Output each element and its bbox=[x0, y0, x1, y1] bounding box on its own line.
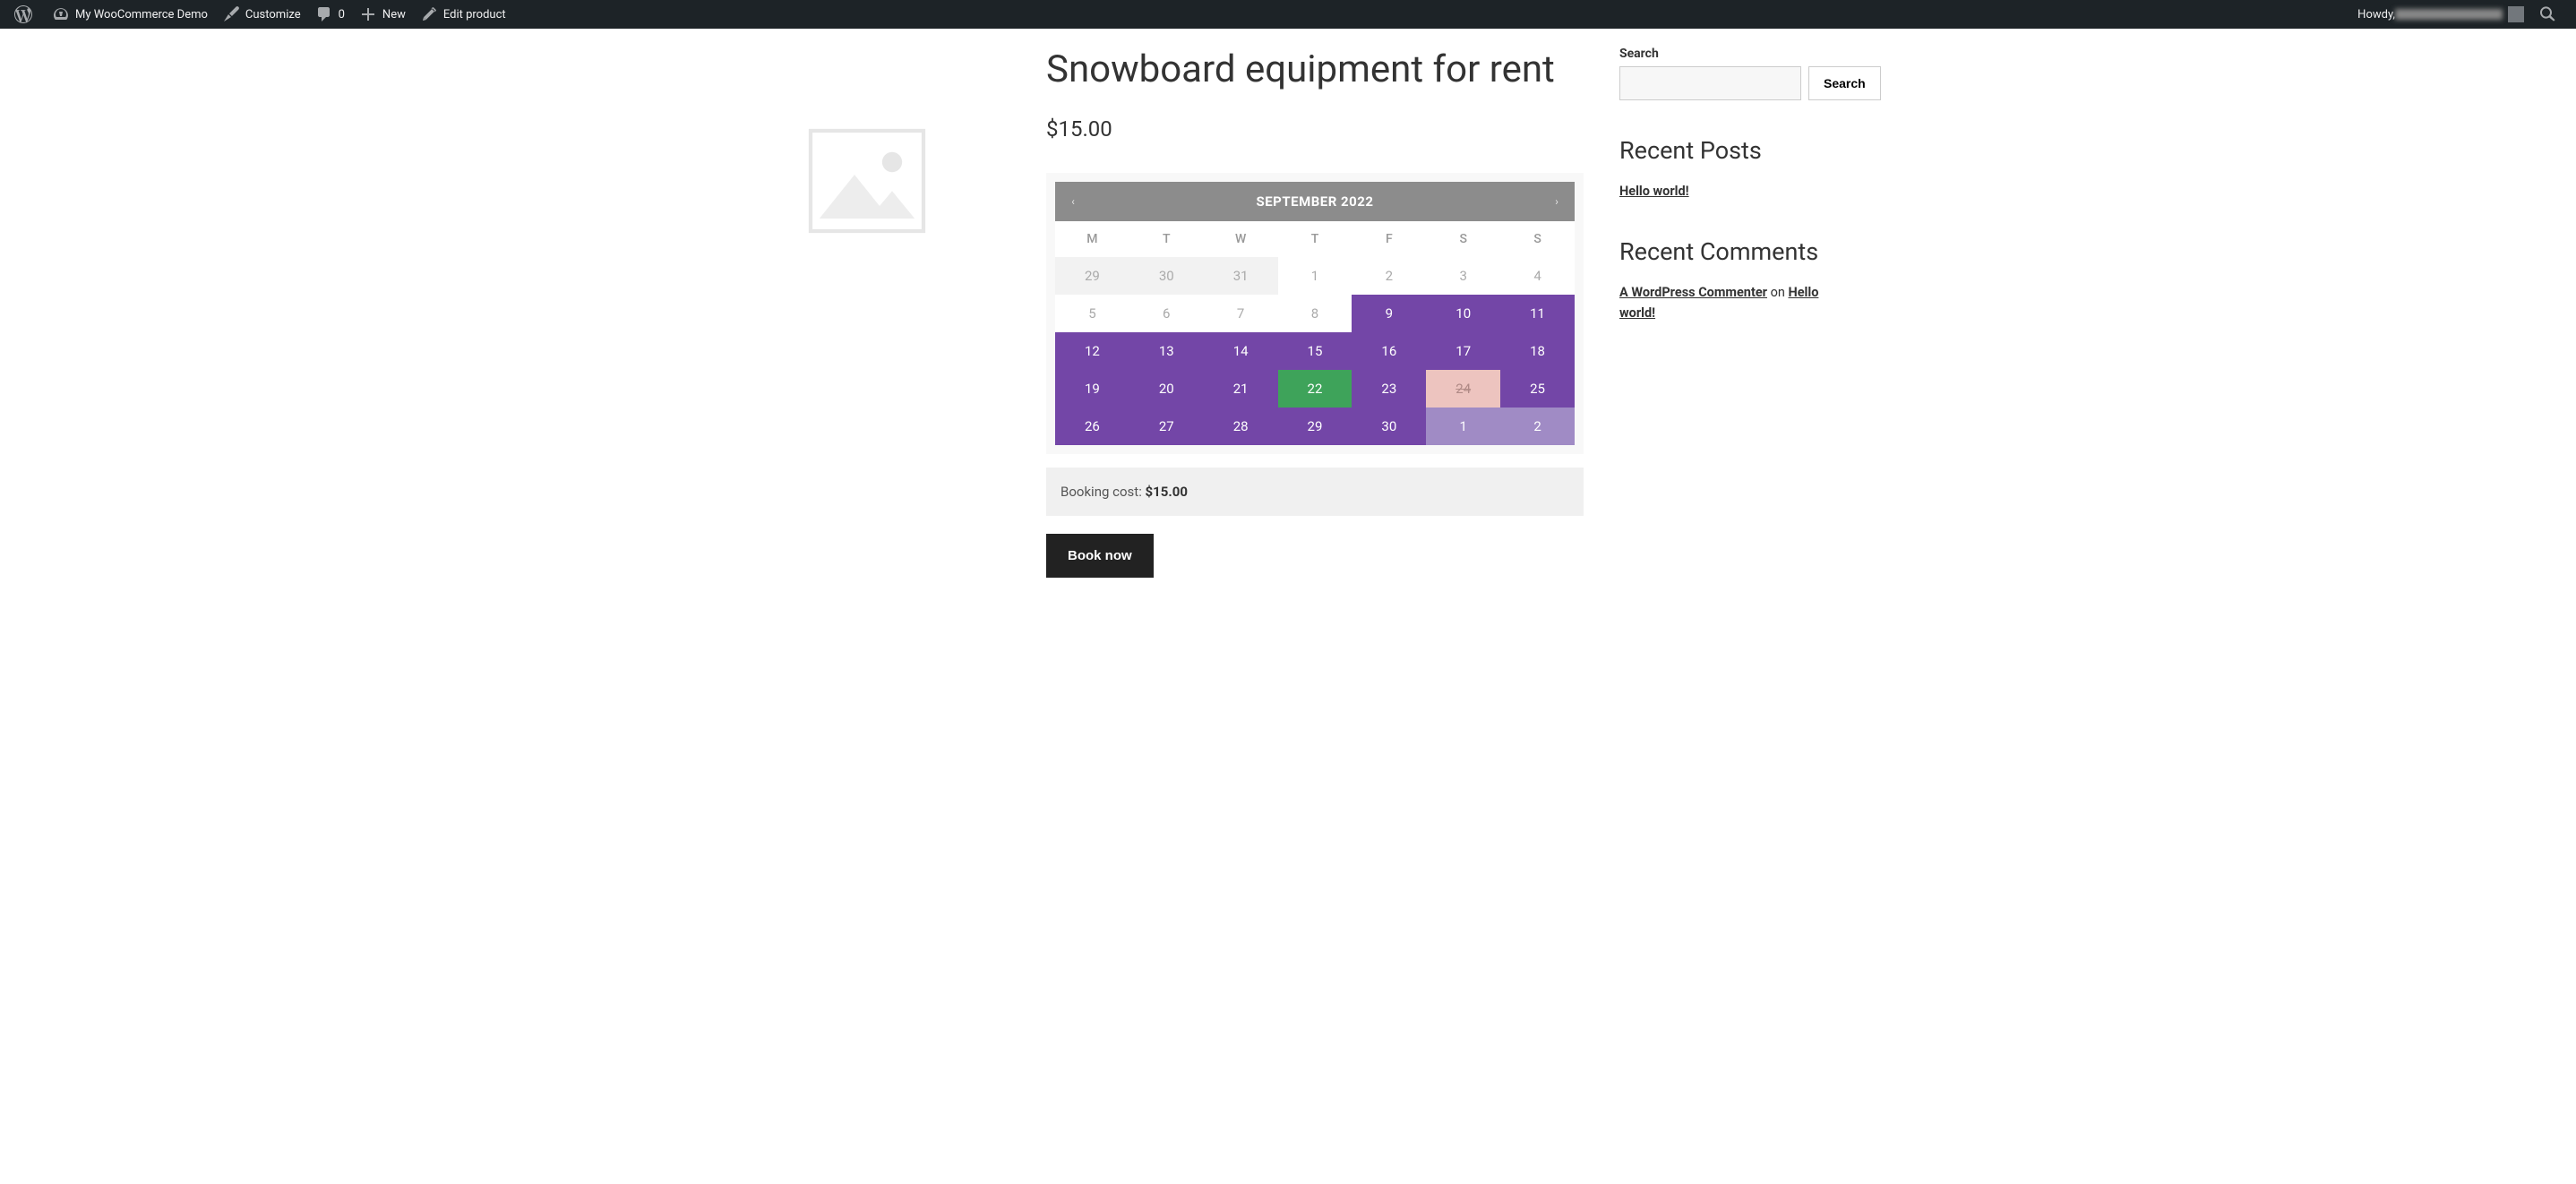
booking-cost: Booking cost: $15.00 bbox=[1046, 468, 1584, 516]
new-label: New bbox=[382, 8, 406, 21]
search-widget: Search Search bbox=[1619, 47, 1852, 100]
calendar-prev[interactable]: ‹ bbox=[1055, 195, 1091, 208]
search-input[interactable] bbox=[1619, 66, 1801, 100]
calendar-cell[interactable]: 28 bbox=[1204, 408, 1278, 445]
customize-label: Customize bbox=[245, 8, 301, 21]
calendar-cell[interactable]: 22 bbox=[1278, 370, 1352, 408]
username-blurred bbox=[2395, 9, 2503, 20]
comment-author-link[interactable]: A WordPress Commenter bbox=[1619, 285, 1767, 300]
wp-logo[interactable] bbox=[7, 0, 45, 29]
calendar-cell[interactable]: 25 bbox=[1500, 370, 1575, 408]
calendar-day-headers: MTWTFSS bbox=[1055, 221, 1575, 257]
recent-comments-widget: Recent Comments A WordPress Commenter on… bbox=[1619, 237, 1852, 323]
recent-post-link[interactable]: Hello world! bbox=[1619, 184, 1689, 199]
search-title: Search bbox=[1619, 47, 1852, 61]
calendar-cell[interactable]: 18 bbox=[1500, 332, 1575, 370]
calendar-cell[interactable]: 21 bbox=[1204, 370, 1278, 408]
admin-bar-right: Howdy, bbox=[2350, 0, 2569, 29]
calendar-header: ‹ SEPTEMBER 2022 › bbox=[1055, 182, 1575, 221]
edit-product-menu[interactable]: Edit product bbox=[413, 0, 513, 29]
calendar-cell: 8 bbox=[1278, 295, 1352, 332]
comment-icon bbox=[315, 5, 333, 23]
main-container: Snowboard equipment for rent $15.00 ‹ SE… bbox=[706, 29, 1870, 578]
search-button[interactable]: Search bbox=[1808, 66, 1881, 100]
calendar-day-header: M bbox=[1055, 221, 1129, 257]
calendar-cell[interactable]: 12 bbox=[1055, 332, 1129, 370]
calendar-cell[interactable]: 23 bbox=[1352, 370, 1426, 408]
recent-posts-widget: Recent Posts Hello world! bbox=[1619, 136, 1852, 202]
recent-posts-title: Recent Posts bbox=[1619, 136, 1852, 165]
calendar-cell: 29 bbox=[1055, 257, 1129, 295]
calendar-cell: 6 bbox=[1129, 295, 1204, 332]
calendar-day-header: W bbox=[1204, 221, 1278, 257]
calendar-cell: 7 bbox=[1204, 295, 1278, 332]
calendar-cell: 5 bbox=[1055, 295, 1129, 332]
calendar-cells: 2930311234567891011121314151617181920212… bbox=[1055, 257, 1575, 445]
recent-comments-title: Recent Comments bbox=[1619, 237, 1852, 266]
admin-bar-left: My WooCommerce Demo Customize 0 New Edit… bbox=[7, 0, 513, 29]
calendar-cell[interactable]: 20 bbox=[1129, 370, 1204, 408]
customize-menu[interactable]: Customize bbox=[215, 0, 308, 29]
calendar-cell: 1 bbox=[1278, 257, 1352, 295]
calendar-cell: 2 bbox=[1352, 257, 1426, 295]
product-price: $15.00 bbox=[1046, 116, 1584, 142]
calendar-cell[interactable]: 10 bbox=[1426, 295, 1500, 332]
avatar bbox=[2508, 6, 2524, 22]
pencil-icon bbox=[420, 5, 438, 23]
edit-label: Edit product bbox=[443, 8, 506, 21]
calendar-day-header: F bbox=[1352, 221, 1426, 257]
calendar-day-header: T bbox=[1278, 221, 1352, 257]
calendar-cell[interactable]: 16 bbox=[1352, 332, 1426, 370]
calendar-cell[interactable]: 11 bbox=[1500, 295, 1575, 332]
calendar-cell[interactable]: 30 bbox=[1352, 408, 1426, 445]
calendar-day-header: S bbox=[1426, 221, 1500, 257]
calendar-cell[interactable]: 19 bbox=[1055, 370, 1129, 408]
calendar-cell[interactable]: 27 bbox=[1129, 408, 1204, 445]
site-name-label: My WooCommerce Demo bbox=[75, 8, 208, 21]
product-image-column bbox=[724, 29, 1010, 578]
dashboard-icon bbox=[52, 5, 70, 23]
admin-bar: My WooCommerce Demo Customize 0 New Edit… bbox=[0, 0, 2576, 29]
howdy-menu[interactable]: Howdy, bbox=[2350, 0, 2531, 29]
calendar-cell[interactable]: 29 bbox=[1278, 408, 1352, 445]
calendar-cell[interactable]: 13 bbox=[1129, 332, 1204, 370]
booking-calendar: ‹ SEPTEMBER 2022 › MTWTFSS 2930311234567… bbox=[1046, 173, 1584, 454]
calendar-cell[interactable]: 15 bbox=[1278, 332, 1352, 370]
on-text: on bbox=[1767, 285, 1788, 300]
calendar-next[interactable]: › bbox=[1539, 195, 1575, 208]
calendar-cell[interactable]: 2 bbox=[1500, 408, 1575, 445]
comments-count: 0 bbox=[339, 8, 345, 21]
booking-cost-value: $15.00 bbox=[1146, 484, 1188, 500]
calendar-cell[interactable]: 17 bbox=[1426, 332, 1500, 370]
calendar-cell: 4 bbox=[1500, 257, 1575, 295]
booking-cost-label: Booking cost: bbox=[1060, 484, 1146, 500]
search-icon bbox=[2538, 5, 2556, 23]
calendar-day-header: T bbox=[1129, 221, 1204, 257]
placeholder-image-icon bbox=[804, 118, 930, 244]
site-menu[interactable]: My WooCommerce Demo bbox=[45, 0, 215, 29]
comments-menu[interactable]: 0 bbox=[308, 0, 352, 29]
brush-icon bbox=[222, 5, 240, 23]
wordpress-icon bbox=[14, 5, 32, 23]
calendar-cell: 24 bbox=[1426, 370, 1500, 408]
calendar-cell: 31 bbox=[1204, 257, 1278, 295]
product-summary: Snowboard equipment for rent $15.00 ‹ SE… bbox=[1046, 29, 1584, 578]
calendar-cell[interactable]: 26 bbox=[1055, 408, 1129, 445]
sidebar: Search Search Recent Posts Hello world! … bbox=[1619, 29, 1852, 578]
howdy-label: Howdy, bbox=[2357, 8, 2395, 21]
calendar-day-header: S bbox=[1500, 221, 1575, 257]
new-menu[interactable]: New bbox=[352, 0, 413, 29]
calendar-cell: 30 bbox=[1129, 257, 1204, 295]
calendar-cell: 3 bbox=[1426, 257, 1500, 295]
calendar-cell[interactable]: 9 bbox=[1352, 295, 1426, 332]
search-toggle[interactable] bbox=[2531, 0, 2569, 29]
calendar-cell[interactable]: 1 bbox=[1426, 408, 1500, 445]
plus-icon bbox=[359, 5, 377, 23]
calendar-cell[interactable]: 14 bbox=[1204, 332, 1278, 370]
product-title: Snowboard equipment for rent bbox=[1046, 47, 1584, 94]
book-now-button[interactable]: Book now bbox=[1046, 534, 1154, 578]
calendar-month-label: SEPTEMBER 2022 bbox=[1091, 193, 1539, 210]
